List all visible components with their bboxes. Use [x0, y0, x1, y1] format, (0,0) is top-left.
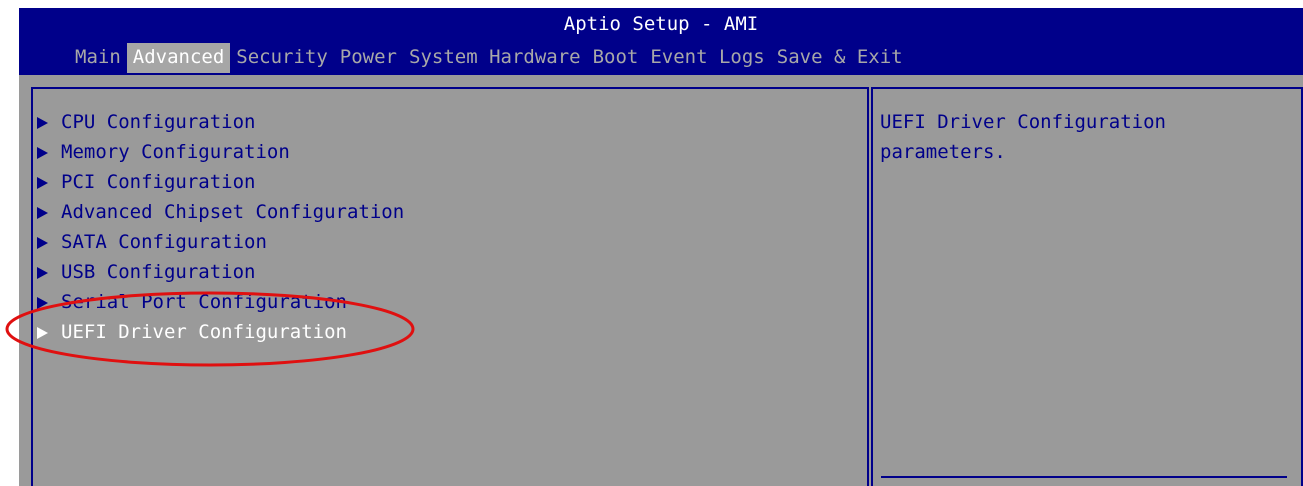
- triangle-right-icon: [37, 176, 48, 189]
- tab-security[interactable]: Security: [230, 43, 334, 73]
- tab-event-logs[interactable]: Event Logs: [644, 43, 770, 73]
- menu-panel: CPU Configuration Memory Configuration P…: [31, 87, 869, 486]
- menu-item-label: CPU Configuration: [61, 111, 256, 133]
- menu-item-label: USB Configuration: [61, 261, 256, 283]
- triangle-right-icon: [37, 116, 48, 129]
- menu-item-cpu-configuration[interactable]: CPU Configuration: [37, 107, 404, 137]
- menu-item-pci-configuration[interactable]: PCI Configuration: [37, 167, 404, 197]
- menu-item-serial-port-configuration[interactable]: Serial Port Configuration: [37, 287, 404, 317]
- menu-item-advanced-chipset-configuration[interactable]: Advanced Chipset Configuration: [37, 197, 404, 227]
- menu-item-label: SATA Configuration: [61, 231, 267, 253]
- menu-list: CPU Configuration Memory Configuration P…: [37, 107, 404, 347]
- help-divider: [881, 476, 1287, 478]
- tab-power[interactable]: Power: [334, 43, 403, 73]
- triangle-right-icon: [37, 146, 48, 159]
- triangle-right-icon: [37, 296, 48, 309]
- triangle-right-icon: [37, 206, 48, 219]
- tab-boot[interactable]: Boot: [587, 43, 645, 73]
- bios-screen: Aptio Setup - AMI Main Advanced Security…: [0, 0, 1303, 486]
- triangle-right-icon: [37, 236, 48, 249]
- menu-item-sata-configuration[interactable]: SATA Configuration: [37, 227, 404, 257]
- help-text: UEFI Driver Configuration parameters.: [880, 111, 1178, 163]
- menu-item-label: Advanced Chipset Configuration: [61, 201, 405, 223]
- tab-system-hardware[interactable]: System Hardware: [403, 43, 587, 73]
- setup-window: Aptio Setup - AMI Main Advanced Security…: [19, 8, 1303, 486]
- tab-bar: Main Advanced Security Power System Hard…: [69, 43, 909, 73]
- header-bar: Aptio Setup - AMI Main Advanced Security…: [19, 8, 1303, 75]
- menu-item-label: Memory Configuration: [61, 141, 290, 163]
- menu-item-label: Serial Port Configuration: [61, 291, 347, 313]
- tab-save-exit[interactable]: Save & Exit: [771, 43, 909, 73]
- triangle-right-icon: [37, 326, 48, 339]
- menu-item-uefi-driver-configuration[interactable]: UEFI Driver Configuration: [37, 317, 404, 347]
- menu-item-label: UEFI Driver Configuration: [61, 321, 347, 343]
- tab-main[interactable]: Main: [69, 43, 127, 73]
- help-panel: UEFI Driver Configuration parameters.: [871, 87, 1303, 486]
- menu-item-label: PCI Configuration: [61, 171, 256, 193]
- triangle-right-icon: [37, 266, 48, 279]
- menu-item-usb-configuration[interactable]: USB Configuration: [37, 257, 404, 287]
- menu-item-memory-configuration[interactable]: Memory Configuration: [37, 137, 404, 167]
- tab-advanced[interactable]: Advanced: [126, 43, 231, 73]
- app-title: Aptio Setup - AMI: [563, 13, 759, 35]
